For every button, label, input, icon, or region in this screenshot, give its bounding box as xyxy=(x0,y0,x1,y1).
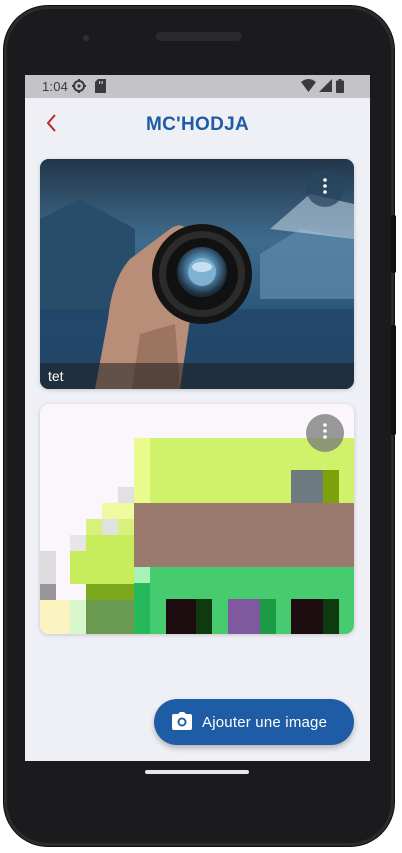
more-vertical-icon xyxy=(323,422,327,444)
sd-card-icon xyxy=(95,79,106,96)
card-caption: tet xyxy=(48,368,64,384)
wifi-icon xyxy=(301,79,316,95)
status-time: 1:04 xyxy=(42,79,69,94)
volume-button xyxy=(391,325,396,435)
card-caption-bar: tet xyxy=(40,363,354,389)
status-bar: 1:04 xyxy=(25,75,370,98)
more-vertical-icon xyxy=(323,177,327,199)
settings-gear-icon xyxy=(72,79,86,96)
cellular-signal-icon xyxy=(319,79,332,95)
front-camera xyxy=(80,32,92,44)
gallery-card[interactable] xyxy=(40,404,354,634)
camera-icon xyxy=(172,712,192,732)
card-menu-button[interactable] xyxy=(306,414,344,452)
gallery-card[interactable]: tet xyxy=(40,159,354,389)
battery-icon xyxy=(336,79,344,96)
add-image-button[interactable]: Ajouter une image xyxy=(154,699,354,745)
app-bar: MC'HODJA xyxy=(25,98,370,152)
page-title: MC'HODJA xyxy=(146,114,249,135)
app-screen: 1:04 MC'HODJA tet Ajouter une image xyxy=(25,75,370,761)
system-nav-bar xyxy=(25,761,370,795)
home-gesture-pill[interactable] xyxy=(145,770,249,774)
add-image-label: Ajouter une image xyxy=(202,713,328,731)
power-button xyxy=(391,215,396,273)
card-menu-button[interactable] xyxy=(306,169,344,207)
earpiece-speaker xyxy=(156,32,242,41)
